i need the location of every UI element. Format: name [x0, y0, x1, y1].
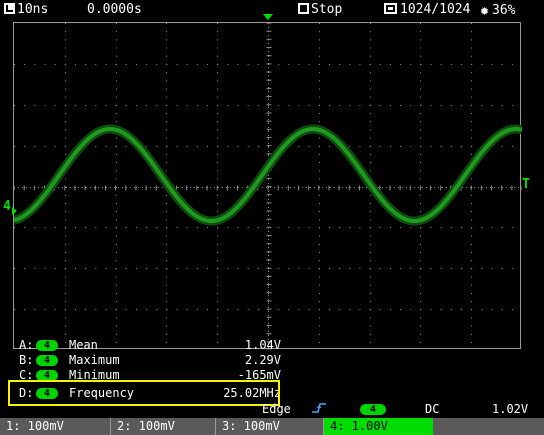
trigger-level[interactable]: 1.02V — [492, 402, 528, 417]
channel-4-offset-marker[interactable]: 4 — [3, 199, 11, 214]
trigger-coupling[interactable]: DC — [425, 402, 439, 417]
timebase-icon — [4, 3, 15, 14]
trigger-source-badge[interactable]: 4 — [360, 404, 386, 415]
channel-badge: 4 — [36, 355, 58, 366]
frequency-highlight-box — [8, 380, 280, 406]
memory-readout[interactable]: 1024/1024 — [384, 0, 470, 20]
settings-gear-icon[interactable]: ✹ — [480, 0, 489, 20]
rising-edge-icon — [312, 403, 326, 413]
trigger-time-readout[interactable]: 0.0000s — [87, 0, 142, 20]
channel-4-offset-arrow — [12, 207, 17, 215]
battery-readout: ✹ 36% — [480, 0, 516, 20]
channel-badge: 4 — [36, 340, 58, 351]
trigger-type-label[interactable]: Edge — [262, 402, 291, 417]
memory-icon — [384, 3, 397, 14]
trigger-position-marker[interactable] — [263, 14, 273, 20]
waveform-graticule — [14, 23, 522, 350]
trigger-level-marker[interactable]: T — [522, 177, 530, 192]
channel-2-scale[interactable]: 2: 100mV — [111, 418, 215, 435]
timebase-readout[interactable]: 10ns — [4, 0, 48, 20]
stop-icon — [298, 3, 309, 14]
channel-3-scale[interactable]: 3: 100mV — [216, 418, 323, 435]
channel-bar: 1: 100mV 2: 100mV 3: 100mV 4: 1.00V — [0, 418, 544, 435]
run-state-indicator[interactable]: Stop — [298, 0, 342, 20]
waveform-display[interactable] — [13, 22, 522, 350]
channel-1-scale[interactable]: 1: 100mV — [0, 418, 110, 435]
channel-4-scale[interactable]: 4: 1.00V — [324, 418, 433, 435]
